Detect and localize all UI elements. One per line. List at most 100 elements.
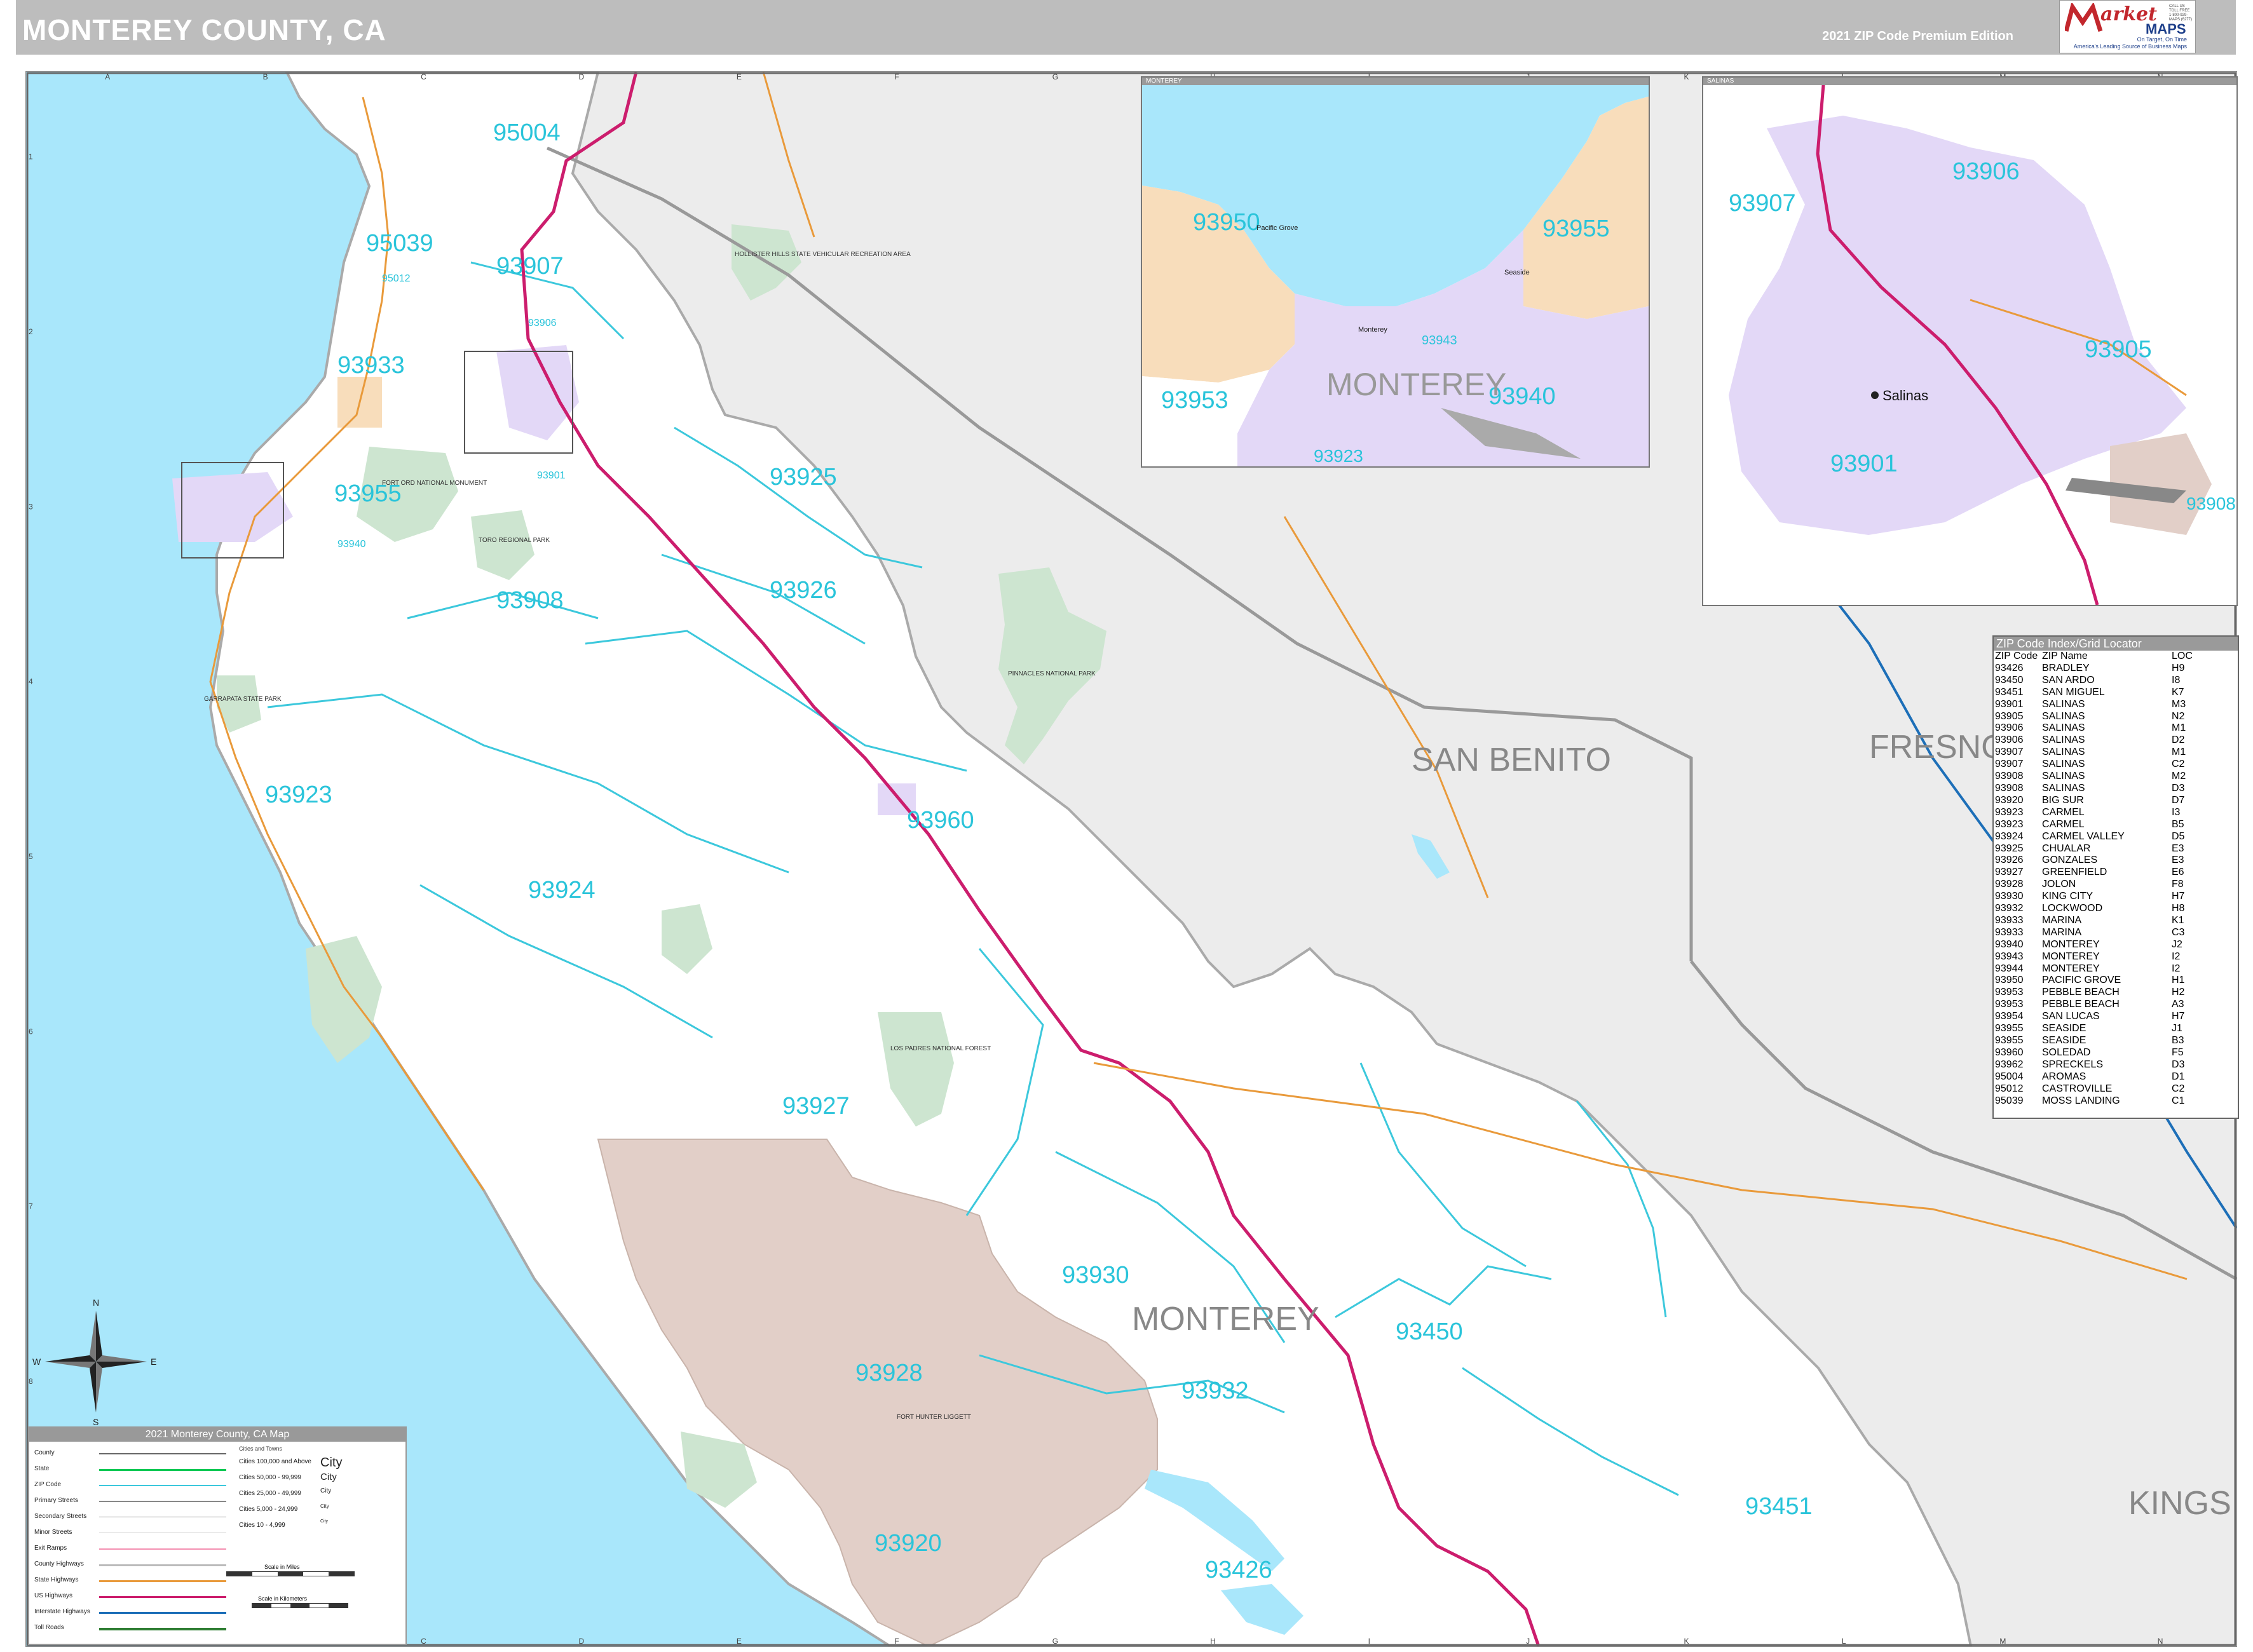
zip-index-name: MONTEREY: [2042, 951, 2100, 962]
salinas-place-label: Salinas: [1882, 388, 1928, 403]
zip-index-row[interactable]: 93901 SALINAS M3: [1995, 699, 2212, 711]
zip-index-row[interactable]: 93928 JOLON F8: [1995, 879, 2212, 891]
zip-index-row[interactable]: 93925 CHUALAR E3: [1995, 843, 2212, 855]
salinas-inset-canvas[interactable]: 93907 93906 93905 93901 93908 Salinas: [1703, 78, 2236, 605]
inset-zip-93943[interactable]: 93943: [1422, 334, 1457, 348]
zip-index-row[interactable]: 93930 KING CITY H7: [1995, 891, 2212, 903]
zip-index-code: 93450: [1995, 674, 2024, 686]
park-label-hollister-hills: HOLLISTER HILLS STATE VEHICULAR RECREATI…: [735, 251, 911, 258]
zip-index-code: 93950: [1995, 975, 2024, 986]
zip-index-row[interactable]: 93907 SALINAS C2: [1995, 759, 2212, 771]
zip-index-name: SEASIDE: [2042, 1023, 2086, 1034]
zip-index-row[interactable]: 93954 SAN LUCAS H7: [1995, 1011, 2212, 1023]
zip-index-row[interactable]: 93906 SALINAS D2: [1995, 735, 2212, 747]
inset-zip-93955[interactable]: 93955: [1542, 215, 1610, 242]
grid-col-label: A: [105, 72, 110, 81]
zip-label-93960[interactable]: 93960: [907, 807, 974, 834]
zip-index-row[interactable]: 93924 CARMEL VALLEY D5: [1995, 831, 2212, 843]
zip-label-93933[interactable]: 93933: [337, 352, 405, 379]
zip-index-row[interactable]: 93907 SALINAS M1: [1995, 747, 2212, 759]
zip-index-row[interactable]: 93927 GREENFIELD E6: [1995, 867, 2212, 879]
market-maps-logo[interactable]: arket MAPS CALL US TOLL FREE 1-800-929-M…: [2059, 0, 2196, 53]
legend-item-sample: [99, 1596, 226, 1601]
zip-index-row[interactable]: 93933 MARINA C3: [1995, 927, 2212, 939]
zip-index-row[interactable]: 93926 GONZALES E3: [1995, 855, 2212, 867]
zip-index-code: 93930: [1995, 891, 2024, 902]
inset-zip-93950[interactable]: 93950: [1193, 209, 1260, 236]
zip-label-93908[interactable]: 93908: [496, 587, 564, 614]
zip-label-93450[interactable]: 93450: [1396, 1318, 1463, 1345]
zip-label-95039[interactable]: 95039: [366, 230, 433, 257]
zip-index-row[interactable]: 93923 CARMEL B5: [1995, 819, 2212, 831]
zip-label-93928[interactable]: 93928: [855, 1360, 923, 1386]
zip-label-93932[interactable]: 93932: [1181, 1378, 1249, 1404]
legend-item-sample: [99, 1469, 226, 1474]
zip-label-93927[interactable]: 93927: [782, 1093, 850, 1120]
zip-index-row[interactable]: 93953 PEBBLE BEACH A3: [1995, 999, 2212, 1011]
scale-km-label: Scale in Kilometers: [258, 1595, 308, 1602]
zip-index-row[interactable]: 93944 MONTEREY I2: [1995, 963, 2212, 975]
grid-row-label: 4: [29, 677, 33, 686]
zip-index-loc: M3: [2172, 698, 2186, 710]
zip-label-93924[interactable]: 93924: [528, 877, 596, 904]
salinas-inset-zip-93908[interactable]: 93908: [2186, 494, 2236, 513]
zip-label-93906-small[interactable]: 93906: [528, 318, 557, 328]
salinas-inset-zip-93905[interactable]: 93905: [2085, 336, 2152, 363]
zip-index-row[interactable]: 93953 PEBBLE BEACH H2: [1995, 987, 2212, 999]
zip-label-95004[interactable]: 95004: [493, 119, 561, 146]
zip-index-loc: H7: [2172, 891, 2185, 902]
zip-index-row[interactable]: 95039 MOSS LANDING C1: [1995, 1095, 2212, 1107]
zip-index-row[interactable]: 93955 SEASIDE J1: [1995, 1023, 2212, 1035]
legend-item-label: Exit Ramps: [34, 1545, 67, 1552]
zip-index-row[interactable]: 93450 SAN ARDO I8: [1995, 675, 2212, 687]
grid-col-label: J: [1526, 1637, 1530, 1646]
salinas-inset-zip-93906[interactable]: 93906: [1952, 158, 2020, 185]
zip-index-row[interactable]: 95004 AROMAS D1: [1995, 1071, 2212, 1083]
zip-label-93920[interactable]: 93920: [875, 1530, 942, 1557]
zip-label-93901-small[interactable]: 93901: [537, 470, 566, 481]
grid-col-label: F: [894, 72, 899, 81]
zip-index-row[interactable]: 93451 SAN MIGUEL K7: [1995, 687, 2212, 699]
zip-index-row[interactable]: 93962 SPRECKELS D3: [1995, 1059, 2212, 1071]
zip-index-loc: D1: [2172, 1071, 2185, 1082]
zip-label-93923[interactable]: 93923: [265, 782, 332, 808]
zip-index-row[interactable]: 93923 CARMEL I3: [1995, 807, 2212, 819]
inset-zip-93953[interactable]: 93953: [1161, 387, 1229, 414]
zip-index-row[interactable]: 93908 SALINAS M2: [1995, 771, 2212, 783]
zip-index-row[interactable]: 93943 MONTEREY I2: [1995, 951, 2212, 963]
monterey-inset-canvas[interactable]: 93950 93955 93953 93940 93923 93943 MONT…: [1142, 78, 1649, 466]
zip-index-code: 93920: [1995, 794, 2024, 806]
zip-label-93940-small[interactable]: 93940: [337, 539, 366, 550]
zip-label-95012[interactable]: 95012: [382, 273, 411, 284]
zip-index-row[interactable]: 93920 BIG SUR D7: [1995, 795, 2212, 807]
zip-index-row[interactable]: 93933 MARINA K1: [1995, 915, 2212, 927]
zip-index-row[interactable]: 93932 LOCKWOOD H8: [1995, 903, 2212, 915]
zip-index-row[interactable]: 93955 SEASIDE B3: [1995, 1035, 2212, 1047]
county-label-san-benito: SAN BENITO: [1412, 741, 1611, 778]
park-label-toro: TORO REGIONAL PARK: [479, 537, 550, 544]
zip-index-row[interactable]: 93906 SALINAS M1: [1995, 722, 2212, 735]
zip-index-row[interactable]: 93426 BRADLEY H9: [1995, 663, 2212, 675]
zip-index-row[interactable]: 93905 SALINAS N2: [1995, 711, 2212, 723]
grid-row-label: 7: [29, 1202, 33, 1211]
zip-index-name: SALINAS: [2042, 759, 2085, 770]
zip-label-93907[interactable]: 93907: [496, 253, 564, 280]
zip-label-93451[interactable]: 93451: [1745, 1493, 1813, 1520]
salinas-inset-zip-93901[interactable]: 93901: [1830, 450, 1898, 477]
zip-label-93930[interactable]: 93930: [1062, 1262, 1129, 1289]
salinas-inset-zip-93907[interactable]: 93907: [1729, 190, 1796, 217]
zip-index-row[interactable]: 93908 SALINAS D3: [1995, 783, 2212, 795]
legend-item-label: Interstate Highways: [34, 1608, 90, 1615]
zip-index-code: 93426: [1995, 662, 2024, 674]
zip-label-93925[interactable]: 93925: [770, 464, 837, 491]
zip-index-row[interactable]: 93950 PACIFIC GROVE H1: [1995, 975, 2212, 987]
zip-index-row[interactable]: 93940 MONTEREY J2: [1995, 939, 2212, 951]
inset-zip-93923[interactable]: 93923: [1314, 446, 1363, 466]
zip-index-row[interactable]: 93960 SOLEDAD F5: [1995, 1047, 2212, 1059]
zip-index-row[interactable]: 95012 CASTROVILLE C2: [1995, 1083, 2212, 1095]
salinas-inset[interactable]: 93907 93906 93905 93901 93908 Salinas SA…: [1702, 76, 2238, 606]
zip-label-93926[interactable]: 93926: [770, 577, 837, 604]
monterey-inset[interactable]: 93950 93955 93953 93940 93923 93943 MONT…: [1141, 76, 1650, 468]
park-label-los-padres: LOS PADRES NATIONAL FOREST: [890, 1045, 991, 1052]
zip-label-93426[interactable]: 93426: [1205, 1557, 1272, 1583]
